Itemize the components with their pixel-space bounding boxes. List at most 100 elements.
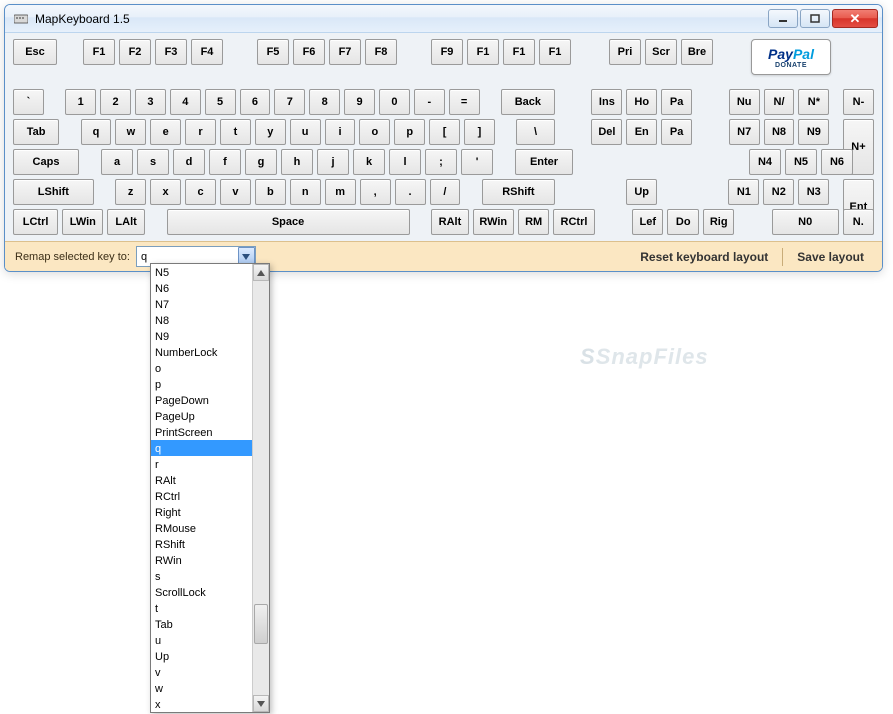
key-q[interactable]: q xyxy=(81,119,112,145)
key-g[interactable]: g xyxy=(245,149,277,175)
key-semicolon[interactable]: ; xyxy=(425,149,457,175)
key-3[interactable]: 3 xyxy=(135,89,166,115)
key-numpad-2[interactable]: N2 xyxy=(763,179,794,205)
key-f[interactable]: f xyxy=(209,149,241,175)
key-backtick[interactable]: ` xyxy=(13,89,44,115)
key-7[interactable]: 7 xyxy=(274,89,305,115)
key-9[interactable]: 9 xyxy=(344,89,375,115)
key-s[interactable]: s xyxy=(137,149,169,175)
key-lctrl[interactable]: LCtrl xyxy=(13,209,58,235)
key-f3[interactable]: F3 xyxy=(155,39,187,65)
dropdown-item[interactable]: w xyxy=(151,680,252,696)
dropdown-item[interactable]: Tab xyxy=(151,616,252,632)
key-w[interactable]: w xyxy=(115,119,146,145)
key-z[interactable]: z xyxy=(115,179,146,205)
dropdown-item[interactable]: N9 xyxy=(151,328,252,344)
key-f8[interactable]: F8 xyxy=(365,39,397,65)
save-layout-button[interactable]: Save layout xyxy=(789,246,872,268)
key-b[interactable]: b xyxy=(255,179,286,205)
dropdown-item[interactable]: N7 xyxy=(151,296,252,312)
dropdown-item[interactable]: RCtrl xyxy=(151,488,252,504)
key-scrolllock[interactable]: Scr xyxy=(645,39,677,65)
dropdown-item[interactable]: PageDown xyxy=(151,392,252,408)
key-lshift[interactable]: LShift xyxy=(13,179,94,205)
key-numpad-6[interactable]: N6 xyxy=(821,149,853,175)
key-8[interactable]: 8 xyxy=(309,89,340,115)
key-h[interactable]: h xyxy=(281,149,313,175)
key-f10[interactable]: F1 xyxy=(467,39,499,65)
key-f2[interactable]: F2 xyxy=(119,39,151,65)
key-numpad-minus[interactable]: N- xyxy=(843,89,874,115)
key-numpad-divide[interactable]: N/ xyxy=(764,89,795,115)
key-bracket-right[interactable]: ] xyxy=(464,119,495,145)
key-numpad-7[interactable]: N7 xyxy=(729,119,760,145)
dropdown-item[interactable]: o xyxy=(151,360,252,376)
dropdown-item[interactable]: s xyxy=(151,568,252,584)
dropdown-item[interactable]: v xyxy=(151,664,252,680)
key-backslash[interactable]: \ xyxy=(516,119,555,145)
scroll-down-button[interactable] xyxy=(253,695,269,712)
key-r[interactable]: r xyxy=(185,119,216,145)
dropdown-scrollbar[interactable] xyxy=(252,264,269,712)
key-insert[interactable]: Ins xyxy=(591,89,622,115)
key-numpad-3[interactable]: N3 xyxy=(798,179,829,205)
key-up[interactable]: Up xyxy=(626,179,657,205)
titlebar[interactable]: MapKeyboard 1.5 ✕ xyxy=(5,5,882,33)
key-v[interactable]: v xyxy=(220,179,251,205)
key-lwin[interactable]: LWin xyxy=(62,209,103,235)
key-2[interactable]: 2 xyxy=(100,89,131,115)
key-f9[interactable]: F9 xyxy=(431,39,463,65)
key-a[interactable]: a xyxy=(101,149,133,175)
dropdown-item[interactable]: q xyxy=(151,440,252,456)
key-slash[interactable]: / xyxy=(430,179,461,205)
key-lalt[interactable]: LAlt xyxy=(107,209,144,235)
scroll-up-button[interactable] xyxy=(253,264,269,281)
dropdown-item[interactable]: N5 xyxy=(151,264,252,280)
key-f6[interactable]: F6 xyxy=(293,39,325,65)
key-6[interactable]: 6 xyxy=(240,89,271,115)
key-i[interactable]: i xyxy=(325,119,356,145)
dropdown-item[interactable]: t xyxy=(151,600,252,616)
key-break[interactable]: Bre xyxy=(681,39,713,65)
key-printscreen[interactable]: Pri xyxy=(609,39,641,65)
key-c[interactable]: c xyxy=(185,179,216,205)
key-numpad-9[interactable]: N9 xyxy=(798,119,829,145)
scroll-thumb[interactable] xyxy=(254,604,268,644)
key-n[interactable]: n xyxy=(290,179,321,205)
key-f1[interactable]: F1 xyxy=(83,39,115,65)
key-k[interactable]: k xyxy=(353,149,385,175)
dropdown-item[interactable]: NumberLock xyxy=(151,344,252,360)
key-tab[interactable]: Tab xyxy=(13,119,59,145)
dropdown-item[interactable]: u xyxy=(151,632,252,648)
key-quote[interactable]: ' xyxy=(461,149,493,175)
key-numpad-dot[interactable]: N. xyxy=(843,209,874,235)
key-right[interactable]: Rig xyxy=(703,209,734,235)
key-y[interactable]: y xyxy=(255,119,286,145)
key-rshift[interactable]: RShift xyxy=(482,179,555,205)
key-numpad-8[interactable]: N8 xyxy=(764,119,795,145)
maximize-button[interactable] xyxy=(800,9,830,28)
key-f7[interactable]: F7 xyxy=(329,39,361,65)
key-x[interactable]: x xyxy=(150,179,181,205)
key-equals[interactable]: = xyxy=(449,89,480,115)
key-ralt[interactable]: RAlt xyxy=(431,209,468,235)
key-1[interactable]: 1 xyxy=(65,89,96,115)
key-esc[interactable]: Esc xyxy=(13,39,57,65)
key-end[interactable]: En xyxy=(626,119,657,145)
key-down[interactable]: Do xyxy=(667,209,698,235)
close-button[interactable]: ✕ xyxy=(832,9,878,28)
dropdown-item[interactable]: RAlt xyxy=(151,472,252,488)
key-pagedown[interactable]: Pa xyxy=(661,119,692,145)
key-space[interactable]: Space xyxy=(167,209,410,235)
key-l[interactable]: l xyxy=(389,149,421,175)
key-home[interactable]: Ho xyxy=(626,89,657,115)
dropdown-item[interactable]: N8 xyxy=(151,312,252,328)
key-j[interactable]: j xyxy=(317,149,349,175)
key-pageup[interactable]: Pa xyxy=(661,89,692,115)
dropdown-item[interactable]: RWin xyxy=(151,552,252,568)
key-numpad-0[interactable]: N0 xyxy=(772,209,839,235)
paypal-donate-button[interactable]: PayPal DONATE xyxy=(751,39,831,75)
dropdown-item[interactable]: N6 xyxy=(151,280,252,296)
key-o[interactable]: o xyxy=(359,119,390,145)
dropdown-item[interactable]: p xyxy=(151,376,252,392)
